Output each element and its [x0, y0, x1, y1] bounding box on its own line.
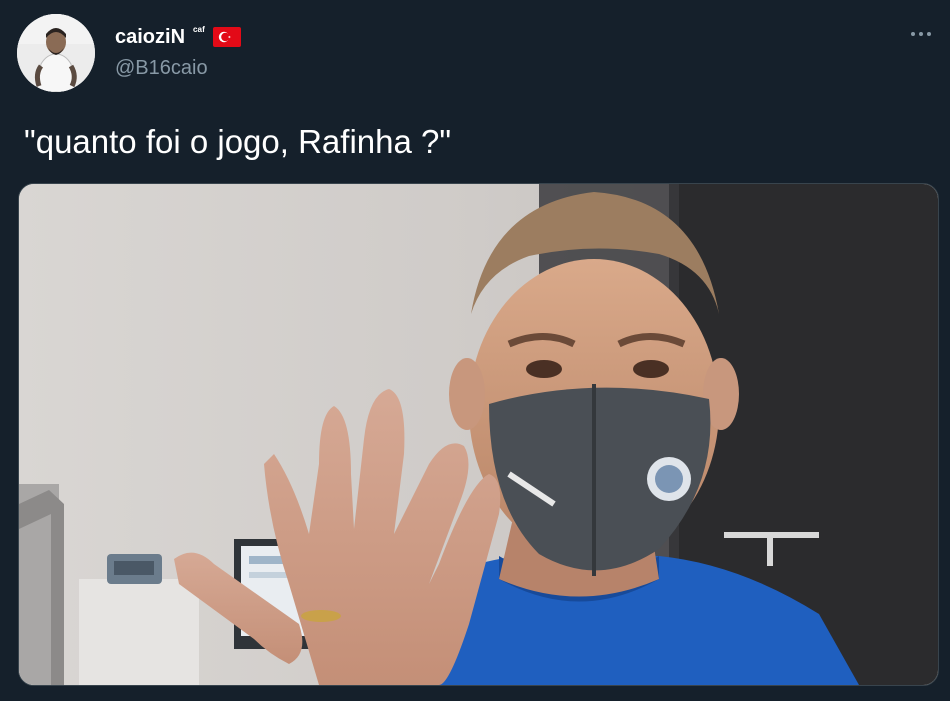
tweet-text: "quanto foi o jogo, Rafinha ?" — [24, 123, 452, 160]
author-name-row: caioziN ᶜᵃᶠ — [115, 24, 242, 49]
avatar[interactable] — [17, 14, 95, 92]
author-name-suffix: ᶜᵃᶠ — [193, 24, 206, 38]
more-options-icon — [927, 32, 931, 36]
tweet-card[interactable]: caioziN ᶜᵃᶠ @B16caio "quanto foi o jogo,… — [0, 0, 950, 701]
photo-media — [19, 184, 938, 685]
tweet-media-photo[interactable] — [18, 183, 939, 686]
more-options-icon — [919, 32, 923, 36]
author-display-name[interactable]: caioziN — [115, 26, 185, 49]
avatar-photo — [17, 14, 95, 92]
turkey-flag-icon — [213, 27, 242, 47]
more-options-icon — [911, 32, 915, 36]
author-handle[interactable]: @B16caio — [115, 57, 208, 80]
more-options-button[interactable] — [906, 22, 936, 46]
